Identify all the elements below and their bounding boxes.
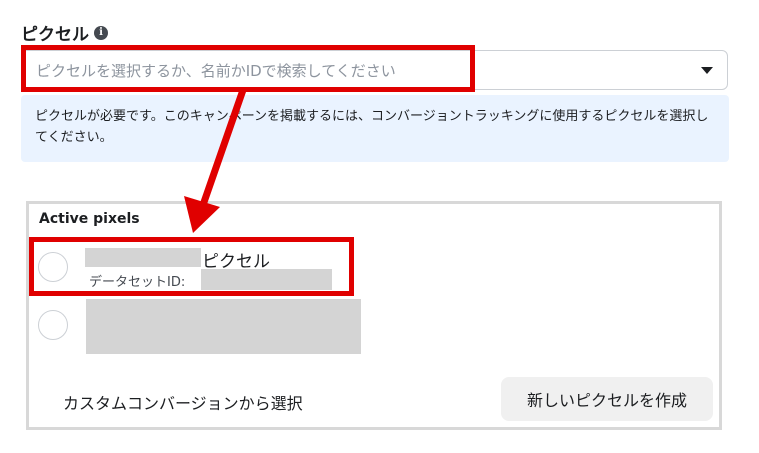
redacted-dataset-id	[201, 269, 332, 290]
info-icon[interactable]: i	[94, 25, 108, 40]
pixel-radio-1[interactable]	[38, 252, 68, 282]
active-pixels-heading: Active pixels	[39, 211, 140, 227]
active-pixels-panel: Active pixels ピクセル データセットID: カスタムコンバージョン…	[26, 201, 722, 430]
pixel-section-title: ピクセル i	[21, 20, 108, 45]
dataset-id-label: データセットID:	[89, 275, 186, 290]
pixel-required-notice: ピクセルが必要です。このキャンペーンを掲載するには、コンバージョントラッキングに…	[21, 95, 729, 162]
pixel-select-placeholder: ピクセルを選択するか、名前かIDで検索してください	[36, 62, 396, 80]
redacted-pixel-name	[85, 248, 201, 267]
pixel-select-dropdown[interactable]: ピクセルを選択するか、名前かIDで検索してください	[21, 50, 728, 90]
create-pixel-button[interactable]: 新しいピクセルを作成	[501, 377, 713, 421]
caret-down-icon[interactable]	[701, 67, 713, 74]
redacted-pixel-entry	[86, 299, 361, 354]
pixel-section-label: ピクセル	[21, 25, 89, 45]
custom-conversion-link[interactable]: カスタムコンバージョンから選択	[63, 390, 303, 414]
pixel-radio-2[interactable]	[38, 310, 68, 340]
